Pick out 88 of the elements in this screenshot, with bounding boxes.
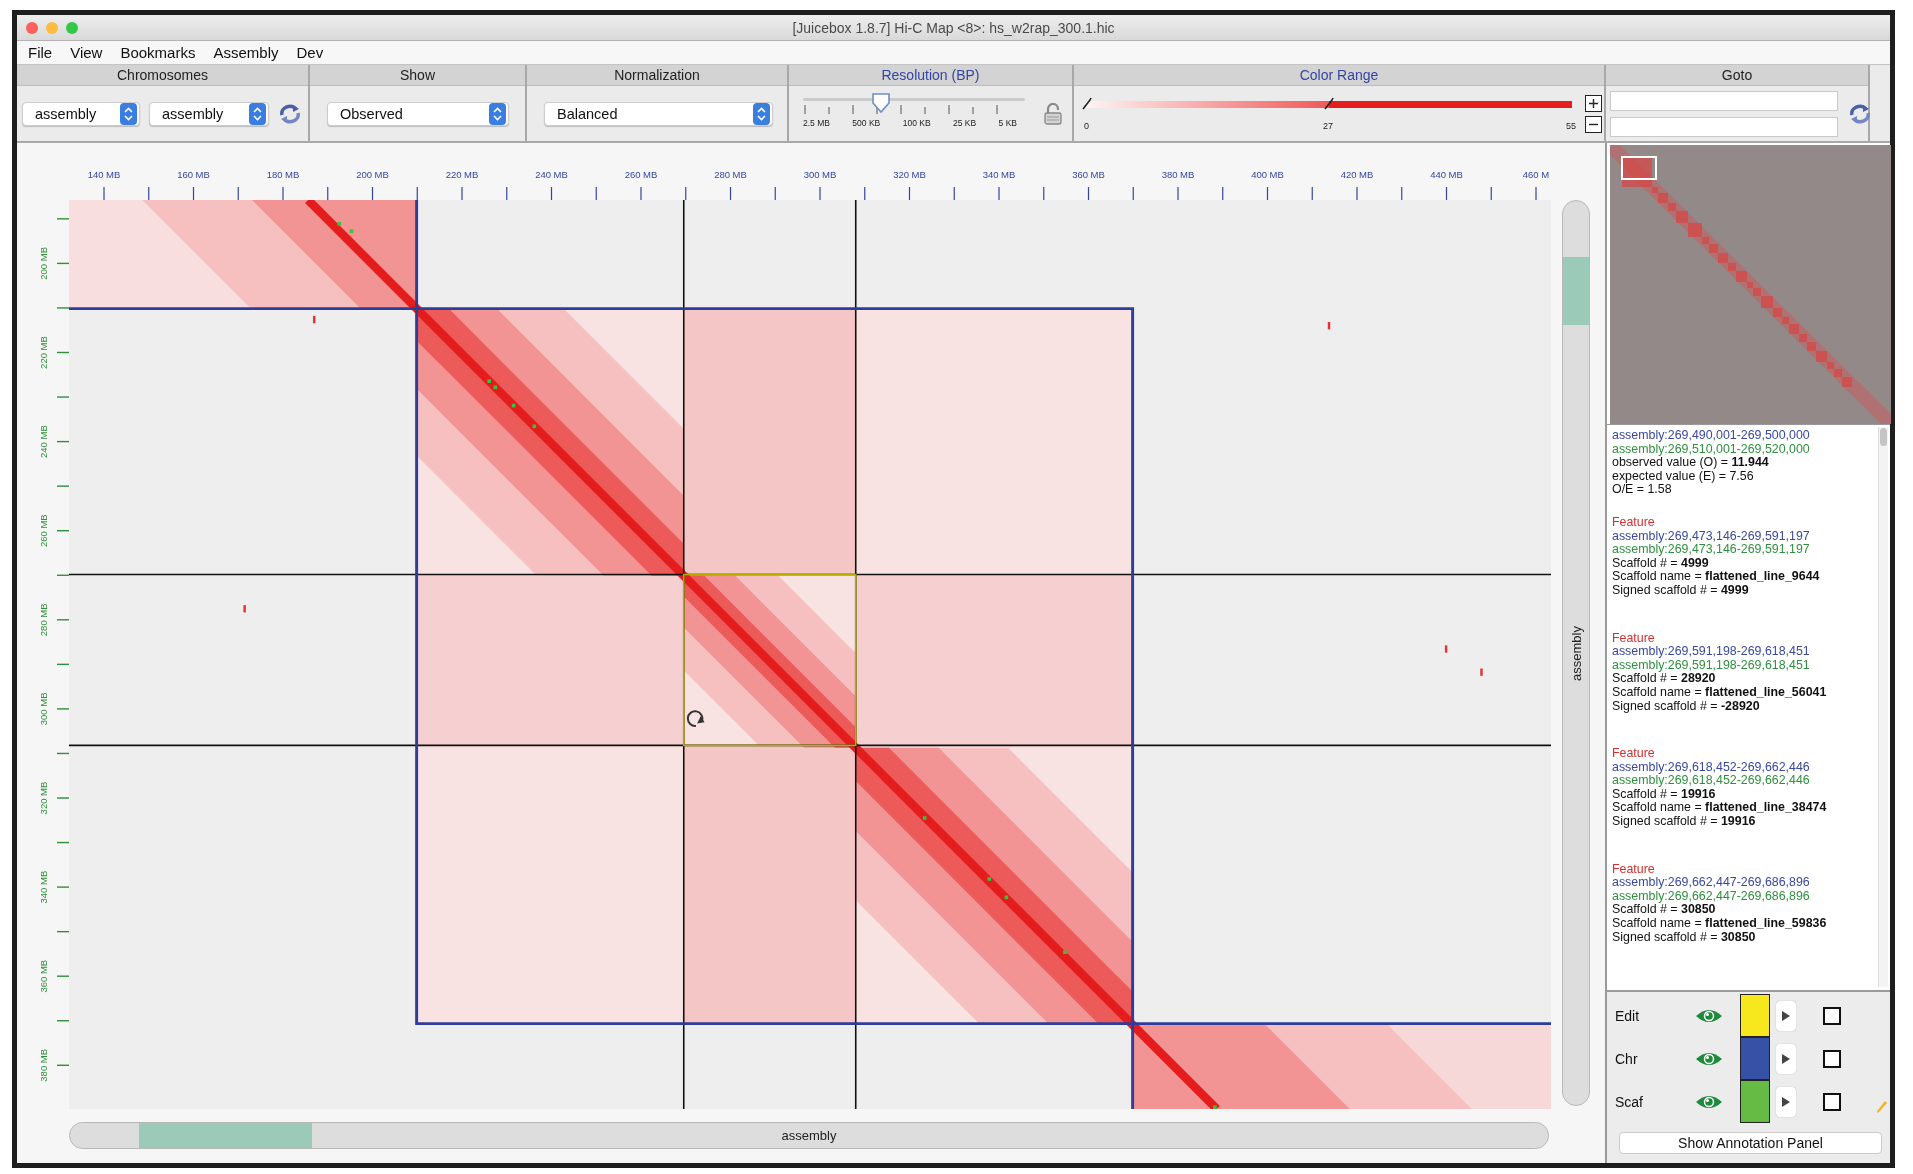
feature-detail: Signed scaffold # = 4999 bbox=[1612, 583, 1750, 598]
show-annotation-panel-button[interactable]: Show Annotation Panel bbox=[1619, 1132, 1882, 1154]
feature-detail: Scaffold # = 28920 bbox=[1612, 672, 1716, 686]
layer-name: Scaf bbox=[1615, 1093, 1644, 1110]
feature-detail: Scaffold # = 30850 bbox=[1612, 903, 1716, 918]
feature-detail: Signed scaffold # = 30850 bbox=[1612, 930, 1757, 945]
feature-detail: Scaffold name = flattened_line_38474 bbox=[1612, 801, 1828, 816]
axis-label: 240 MB bbox=[535, 169, 568, 180]
coordinate-text: assembly:269,473,146-269,591,197 bbox=[1612, 543, 1811, 557]
axis-label: 220 MB bbox=[38, 336, 49, 369]
scrollbar[interactable]: assembly bbox=[1562, 200, 1590, 1106]
axis-label: 340 MB bbox=[982, 169, 1016, 180]
feature-title: Feature bbox=[1612, 515, 1656, 530]
scale-label: 0 bbox=[1084, 120, 1089, 131]
menu-item[interactable]: Bookmarks bbox=[113, 44, 207, 61]
coordinate-text: assembly:269,618,452-269,662,446 bbox=[1612, 774, 1811, 788]
tick-label: 5 KB bbox=[998, 117, 1017, 128]
scale-label: 27 bbox=[1323, 120, 1333, 131]
axis-label: 200 MB bbox=[38, 247, 49, 280]
coordinate-text: assembly:269,618,452-269,662,446 bbox=[1612, 760, 1811, 775]
value-text: observed value (O) = 11.944 bbox=[1612, 456, 1769, 470]
axis-label: 200 MB bbox=[356, 169, 389, 180]
tick-label: 500 KB bbox=[852, 117, 881, 128]
scale-label: 55 bbox=[1566, 120, 1576, 131]
feature-detail: Scaffold name = flattened_line_9644 bbox=[1612, 570, 1821, 584]
axis-label: 260 MB bbox=[38, 514, 49, 548]
coordinate-text: assembly:269,591,198-269,618,451 bbox=[1612, 645, 1811, 659]
layer-name: Chr bbox=[1615, 1050, 1639, 1067]
axis-label: 360 MB bbox=[38, 959, 49, 993]
section-title: Show bbox=[400, 67, 435, 83]
axis-label: 280 MB bbox=[38, 603, 49, 637]
axis-label: 320 MB bbox=[38, 781, 49, 815]
coordinate-text: assembly:269,591,198-269,618,451 bbox=[1612, 658, 1811, 673]
section-title: Normalization bbox=[614, 67, 700, 83]
dropdown[interactable]: Observed bbox=[327, 101, 509, 126]
axis-label: 460 M bbox=[1522, 169, 1550, 180]
axis-label: 360 MB bbox=[1072, 169, 1105, 180]
axis-label: 220 MB bbox=[445, 169, 479, 180]
menu-item[interactable]: View bbox=[63, 44, 114, 61]
axis-label: 180 MB bbox=[266, 169, 300, 180]
dropdown[interactable]: assembly bbox=[22, 101, 140, 126]
feature-title: Feature bbox=[1612, 862, 1656, 877]
feature-title: Feature bbox=[1612, 747, 1656, 761]
feature-detail: Scaffold name = flattened_line_56041 bbox=[1612, 685, 1828, 700]
tick-label: 100 KB bbox=[902, 117, 931, 128]
tick-label: 2.5 MB bbox=[803, 117, 830, 128]
feature-detail: Scaffold # = 19916 bbox=[1612, 787, 1716, 802]
axis-label: 260 MB bbox=[624, 169, 658, 180]
axis-title: assembly bbox=[781, 1128, 837, 1143]
dropdown[interactable]: Balanced bbox=[544, 101, 773, 126]
feature-detail: Scaffold name = flattened_line_59836 bbox=[1612, 917, 1828, 931]
tick-label: 25 KB bbox=[953, 117, 977, 128]
axis-label: 280 MB bbox=[714, 169, 747, 180]
axis-label: 380 MB bbox=[38, 1048, 49, 1082]
feature-detail: Signed scaffold # = 19916 bbox=[1612, 815, 1757, 829]
coordinate-text: assembly:269,662,447-269,686,896 bbox=[1612, 876, 1811, 890]
feature-detail: Signed scaffold # = -28920 bbox=[1612, 699, 1761, 714]
axis-label: 160 MB bbox=[177, 169, 210, 180]
coordinate-text: assembly:269,473,146-269,591,197 bbox=[1612, 529, 1811, 544]
axis-label: 140 MB bbox=[87, 169, 121, 180]
axis-label: 300 MB bbox=[803, 169, 837, 180]
section-title: Color Range bbox=[1299, 67, 1379, 83]
scrollbar[interactable]: assembly bbox=[69, 1122, 1549, 1149]
window-title: [Juicebox 1.8.7] Hi-C Map <8>: hs_w2rap_300.1.hic bbox=[792, 19, 1115, 36]
axis-label: 240 MB bbox=[38, 425, 49, 458]
axis-label: 300 MB bbox=[38, 692, 49, 726]
menu-item[interactable]: Assembly bbox=[206, 44, 290, 61]
axis-label: 420 MB bbox=[1340, 169, 1374, 180]
dropdown[interactable]: assembly bbox=[149, 101, 269, 126]
axis-label: 340 MB bbox=[38, 870, 49, 904]
coordinate-text: assembly:269,662,447-269,686,896 bbox=[1612, 889, 1811, 904]
feature-title: Feature bbox=[1612, 631, 1656, 646]
section-title: Resolution (BP) bbox=[881, 67, 980, 83]
axis-label: 320 MB bbox=[893, 169, 926, 180]
feature-detail: Scaffold # = 4999 bbox=[1612, 556, 1709, 571]
layer-name: Edit bbox=[1615, 1007, 1641, 1024]
menu-item[interactable]: Dev bbox=[289, 44, 335, 61]
axis-label: 400 MB bbox=[1251, 169, 1284, 180]
menu-item[interactable]: File bbox=[21, 44, 64, 61]
axis-title: assembly bbox=[1568, 625, 1584, 681]
value-text: O/E = 1.58 bbox=[1612, 483, 1673, 497]
axis-label: 440 MB bbox=[1430, 169, 1463, 180]
value-text: expected value (E) = 7.56 bbox=[1612, 469, 1755, 484]
section-title: Chromosomes bbox=[117, 67, 208, 83]
coordinate-text: assembly:269,510,001-269,520,000 bbox=[1612, 442, 1811, 457]
section-title: Goto bbox=[1721, 67, 1753, 83]
coordinate-text: assembly:269,490,001-269,500,000 bbox=[1612, 429, 1811, 443]
axis-label: 380 MB bbox=[1161, 169, 1195, 180]
